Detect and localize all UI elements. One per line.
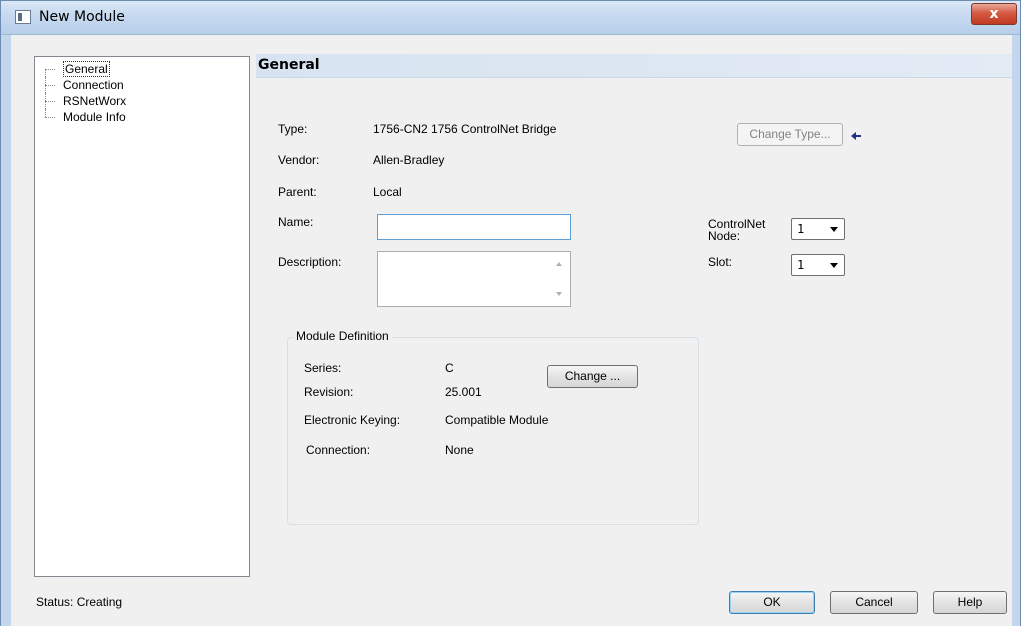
type-label: Type:	[278, 122, 308, 136]
revision-value: 25.001	[445, 385, 482, 399]
slot-label: Slot:	[708, 255, 733, 269]
section-title: General	[256, 54, 1012, 78]
type-value: 1756-CN2 1756 ControlNet Bridge	[373, 122, 557, 136]
name-label: Name:	[278, 215, 314, 229]
connection-value: None	[445, 443, 474, 457]
tree-item-label: Connection	[63, 78, 124, 92]
tree-item-label: General	[63, 61, 110, 77]
change-definition-button[interactable]: Change ...	[547, 365, 638, 388]
chevron-down-icon	[830, 263, 838, 268]
scroll-up-icon[interactable]	[556, 262, 562, 266]
category-tree[interactable]: General Connection RSNetWorx Module Info	[34, 56, 250, 577]
parent-label: Parent:	[278, 185, 317, 199]
dialog-body: General Connection RSNetWorx Module Info…	[11, 35, 1012, 626]
tree-item-general[interactable]: General	[35, 61, 249, 77]
series-value: C	[445, 361, 454, 375]
module-definition-title: Module Definition	[293, 329, 392, 343]
window-frame-right	[1012, 35, 1020, 626]
tree-item-label: Module Info	[63, 110, 126, 124]
slot-select[interactable]: 1	[791, 254, 845, 276]
vendor-value: Allen-Bradley	[373, 153, 445, 167]
description-label: Description:	[278, 255, 342, 269]
connection-label: Connection:	[306, 443, 371, 457]
revision-label: Revision:	[304, 385, 354, 399]
close-button[interactable]: x	[971, 3, 1017, 25]
window-frame-left	[1, 35, 11, 626]
electronic-keying-value: Compatible Module	[445, 413, 549, 427]
controlnet-node-value: 1	[797, 222, 805, 236]
chevron-down-icon	[830, 227, 838, 232]
series-label: Series:	[304, 361, 342, 375]
title-bar: New Module x	[1, 1, 1020, 35]
ok-button[interactable]: OK	[729, 591, 815, 614]
new-module-dialog: New Module x General Connection RSNetWor…	[0, 0, 1021, 626]
tree-item-connection[interactable]: Connection	[35, 77, 249, 93]
description-textarea[interactable]	[377, 251, 571, 307]
arrow-left-icon	[851, 132, 861, 140]
slot-value: 1	[797, 258, 805, 272]
window-icon	[15, 10, 31, 24]
tree-item-rsnetworx[interactable]: RSNetWorx	[35, 93, 249, 109]
controlnet-node-label: ControlNet Node:	[708, 218, 765, 242]
controlnet-node-select[interactable]: 1	[791, 218, 845, 240]
scroll-down-icon[interactable]	[556, 292, 562, 296]
cancel-button[interactable]: Cancel	[830, 591, 918, 614]
name-input[interactable]	[377, 214, 571, 240]
change-type-button[interactable]: Change Type...	[737, 123, 843, 146]
status-text: Status: Creating	[36, 595, 123, 609]
tree-item-module-info[interactable]: Module Info	[35, 109, 249, 125]
parent-value: Local	[373, 185, 402, 199]
tree-item-label: RSNetWorx	[63, 94, 127, 108]
electronic-keying-label: Electronic Keying:	[304, 413, 401, 427]
controlnet-label-line2: Node:	[708, 229, 741, 243]
window-title: New Module	[39, 9, 125, 25]
vendor-label: Vendor:	[278, 153, 320, 167]
help-button[interactable]: Help	[933, 591, 1007, 614]
